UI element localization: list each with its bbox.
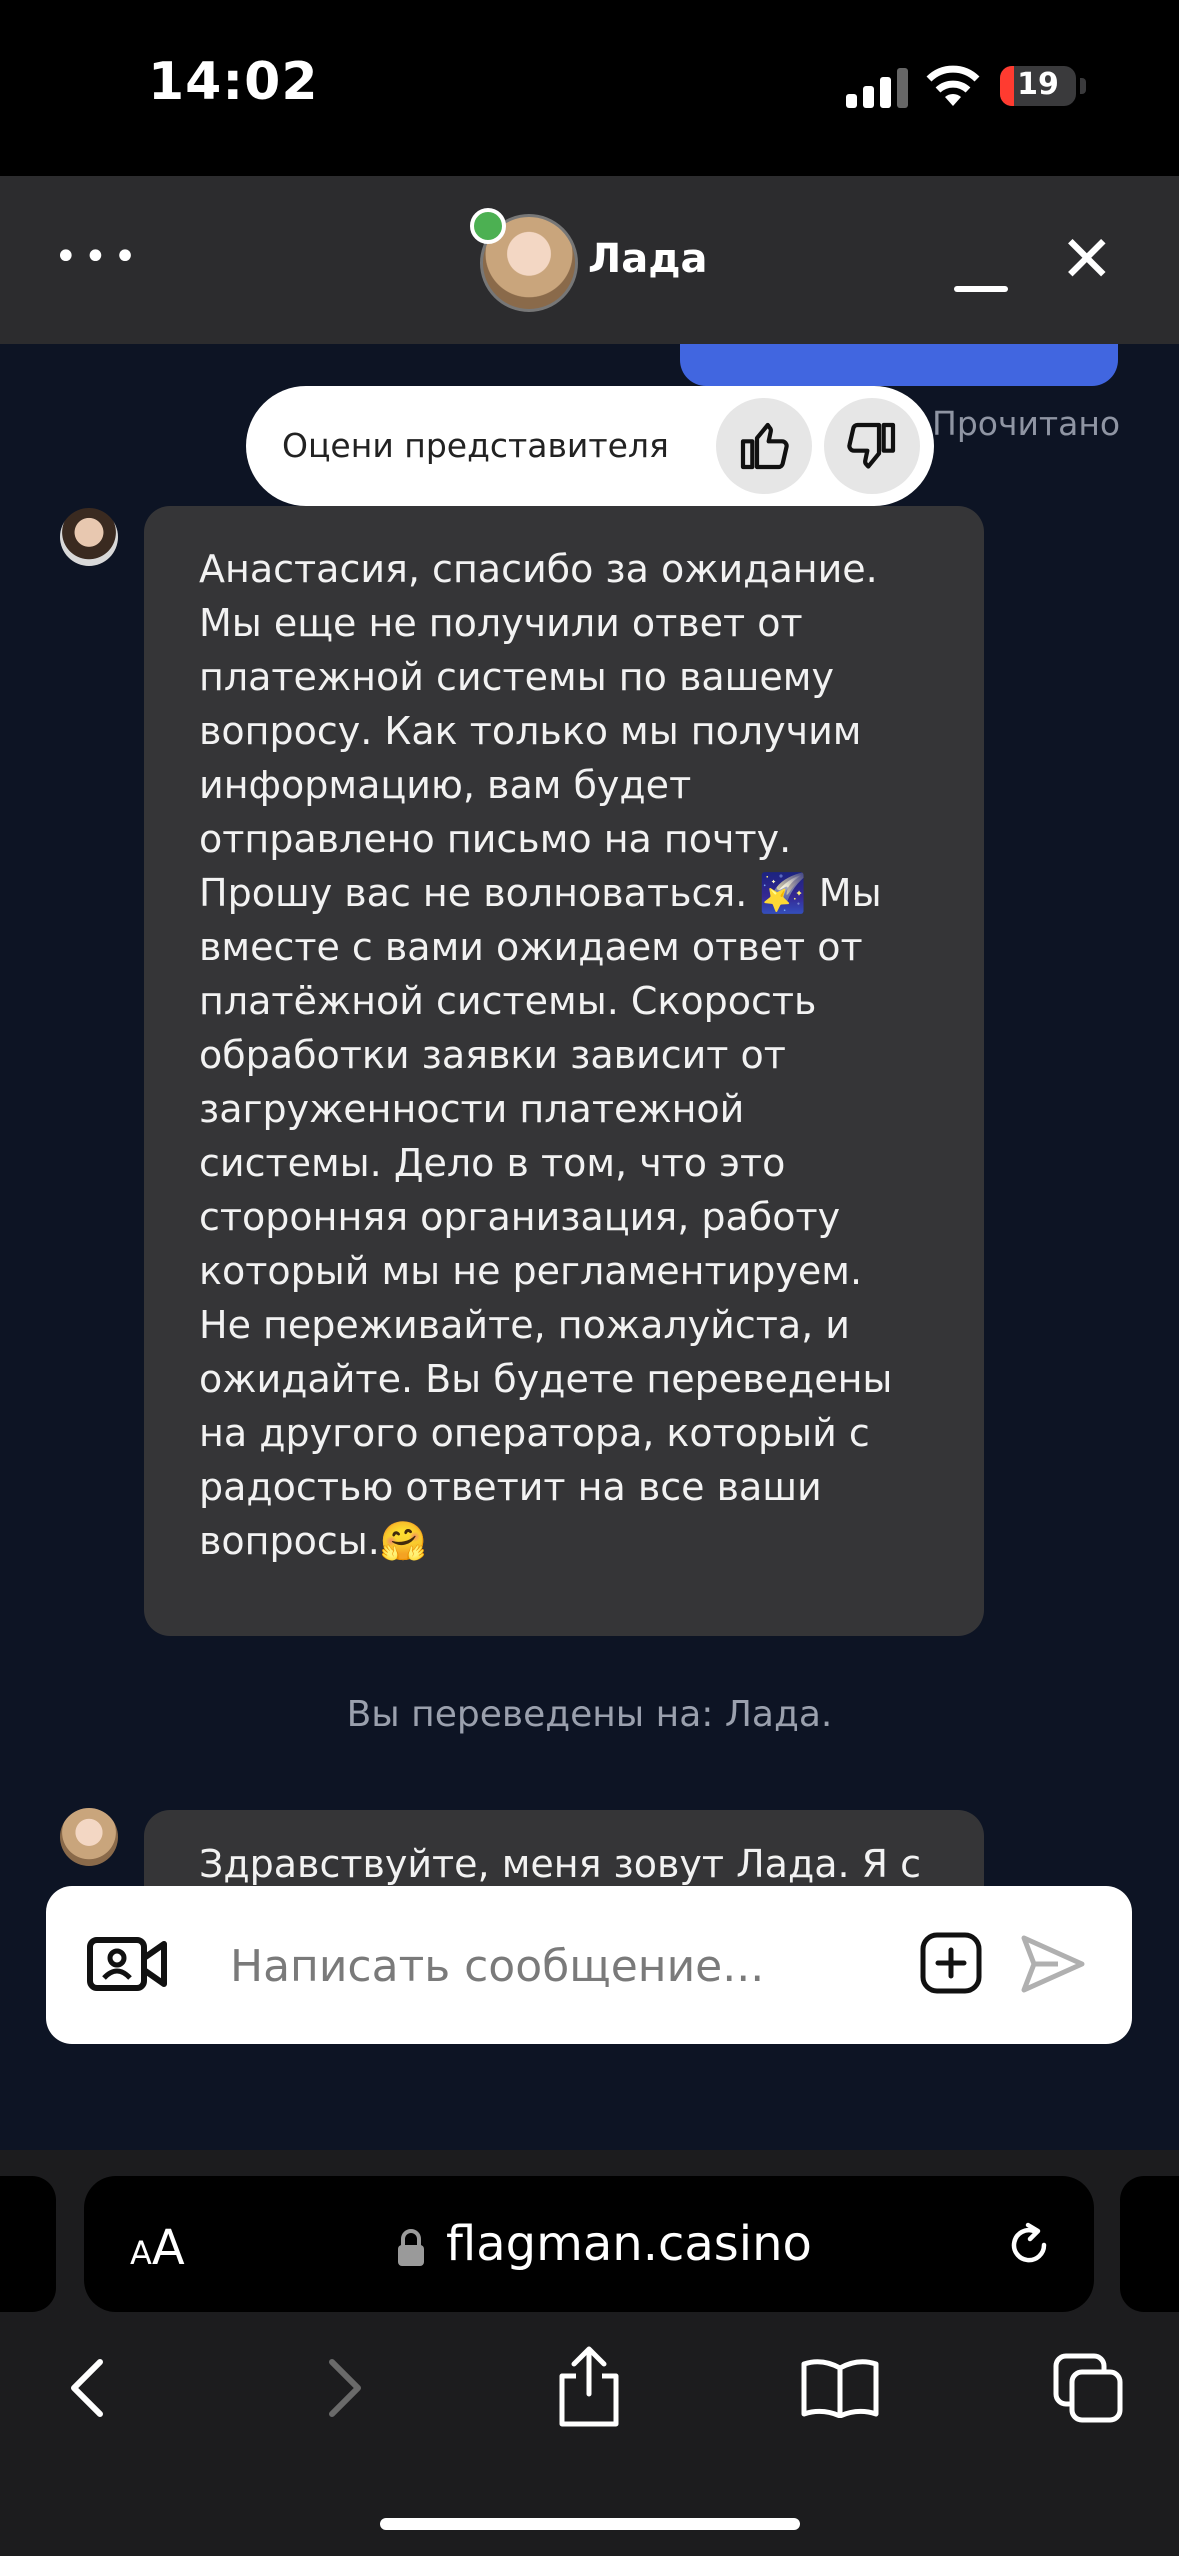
ellipsis-icon[interactable]: ••• [54,234,143,280]
thumbs-up-button[interactable] [716,398,812,494]
home-indicator [380,2518,800,2530]
message-text: Анастасия, спасибо за ожидание. Мы еще н… [199,547,905,1563]
status-time: 14:02 [148,52,319,112]
battery-level: 19 [1017,67,1059,102]
rating-card: Оцени представителя [246,386,934,506]
next-tab-preview[interactable] [1120,2176,1179,2312]
rating-prompt: Оцени представителя [282,426,669,465]
message-input[interactable] [228,1926,912,2006]
previous-tab-preview[interactable] [0,2176,56,2312]
send-icon[interactable] [1018,1932,1088,1996]
operator-avatar [60,1808,118,1866]
online-status-dot [470,208,506,244]
address-bar[interactable]: AA flagman.casino [84,2176,1094,2312]
cellular-signal-icon [846,66,910,108]
url-text: flagman.casino [446,2216,812,2272]
status-bar: 14:02 19 [0,0,1179,176]
tabs-icon[interactable] [1052,2352,1124,2424]
close-icon[interactable]: ✕ [1060,228,1114,292]
thumbs-up-icon [740,422,789,470]
reload-icon[interactable] [1004,2220,1054,2270]
transfer-notice: Вы переведены на: Лада. [346,1694,833,1735]
battery-cap [1080,78,1086,94]
attach-plus-icon[interactable] [918,1930,984,1996]
operator-avatar [60,508,118,566]
video-call-icon[interactable] [86,1934,168,1994]
lock-icon [398,2229,424,2266]
chat-header: ••• Лада ✕ [0,176,1179,344]
minimize-button[interactable] [954,242,1008,292]
thumbs-down-button[interactable] [824,398,920,494]
battery-icon: 19 [1000,66,1076,106]
text-size-button[interactable]: AA [130,2220,185,2276]
back-icon[interactable] [62,2356,114,2420]
bookmarks-icon[interactable] [800,2358,880,2418]
message-composer [46,1886,1132,2044]
wifi-icon [926,65,980,106]
agent-name: Лада [588,236,708,282]
message-text: Здравствуйте, меня зовут Лада. Я с [199,1842,922,1886]
thumbs-down-icon [847,422,896,469]
chat-messages[interactable]: Прочитано Оцени представителя Анастасия,… [0,344,1179,2150]
operator-message: Анастасия, спасибо за ожидание. Мы еще н… [144,506,984,1636]
forward-icon[interactable] [318,2356,370,2420]
own-message-bubble [680,344,1118,386]
read-status: Прочитано [932,404,1121,443]
share-icon[interactable] [554,2344,624,2428]
